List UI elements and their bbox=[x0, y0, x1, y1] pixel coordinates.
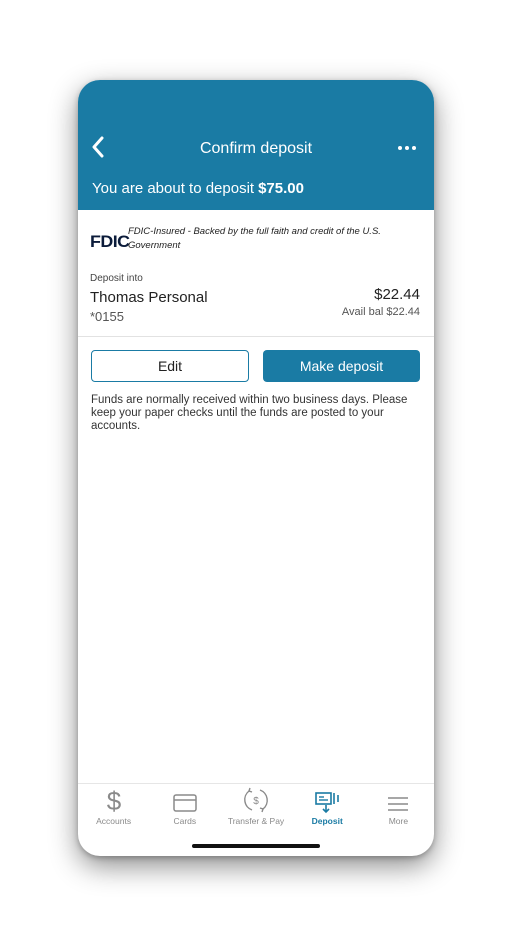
edit-button[interactable]: Edit bbox=[91, 350, 249, 382]
dot bbox=[398, 146, 402, 150]
tab-label: Cards bbox=[173, 816, 197, 826]
tab-bar: $ Accounts Cards $ Transfer & Pay Deposi… bbox=[78, 783, 434, 834]
more-options-button[interactable] bbox=[392, 136, 422, 160]
page-title: Confirm deposit bbox=[199, 140, 313, 157]
tab-transfer-pay[interactable]: $ Transfer & Pay bbox=[220, 784, 291, 834]
fdic-notice: FDIC FDIC-Insured - Backed by the full f… bbox=[90, 224, 420, 258]
menu-icon bbox=[386, 784, 410, 814]
make-deposit-button[interactable]: Make deposit bbox=[263, 350, 420, 382]
tab-label: Deposit bbox=[311, 816, 343, 826]
tab-label: Accounts bbox=[96, 816, 132, 826]
deposit-summary: You are about to deposit $75.00 bbox=[92, 180, 304, 197]
header-bar: Confirm deposit You are about to deposit… bbox=[78, 80, 434, 210]
account-balance: $22.44 bbox=[374, 286, 420, 303]
tab-more[interactable]: More bbox=[363, 784, 434, 834]
funds-notice: Funds are normally received within two b… bbox=[91, 394, 408, 432]
dot bbox=[412, 146, 416, 150]
deposit-summary-text: You are about to deposit bbox=[92, 180, 255, 197]
divider bbox=[78, 336, 434, 337]
available-balance: Avail bal $22.44 bbox=[341, 306, 420, 318]
card-icon bbox=[172, 784, 198, 814]
fdic-text: FDIC-Insured - Backed by the full faith … bbox=[128, 226, 381, 251]
tab-label: Transfer & Pay bbox=[227, 816, 285, 826]
tab-label: More bbox=[388, 816, 409, 826]
deposit-amount: $75.00 bbox=[258, 180, 304, 197]
home-indicator[interactable] bbox=[192, 844, 320, 848]
tab-deposit[interactable]: Deposit bbox=[292, 784, 363, 834]
account-number: *0155 bbox=[90, 309, 124, 324]
transfer-icon: $ bbox=[242, 784, 270, 814]
fdic-logo: FDIC bbox=[90, 232, 130, 251]
account-name: Thomas Personal bbox=[90, 289, 208, 306]
deposit-into-label: Deposit into bbox=[90, 273, 143, 284]
phone-screen: Confirm deposit You are about to deposit… bbox=[78, 80, 434, 856]
svg-text:$: $ bbox=[106, 786, 121, 814]
dot bbox=[405, 146, 409, 150]
tab-cards[interactable]: Cards bbox=[149, 784, 220, 834]
svg-text:$: $ bbox=[253, 796, 259, 807]
tab-accounts[interactable]: $ Accounts bbox=[78, 784, 149, 834]
deposit-check-icon bbox=[314, 784, 340, 814]
dollar-icon: $ bbox=[103, 784, 125, 814]
